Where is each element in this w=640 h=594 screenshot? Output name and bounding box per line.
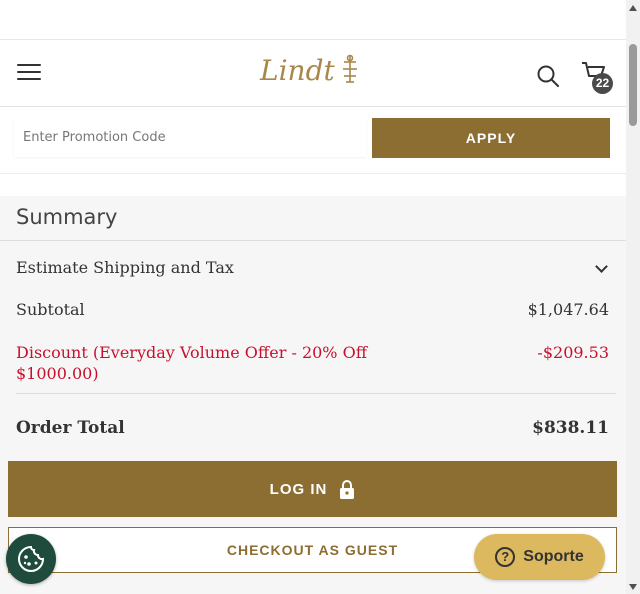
estimate-shipping-label: Estimate Shipping and Tax	[16, 258, 234, 277]
order-total-label: Order Total	[16, 418, 125, 438]
top-strip	[0, 0, 626, 40]
scrollbar-thumb[interactable]	[629, 44, 637, 126]
cart-button[interactable]: 22	[581, 60, 615, 94]
subtotal-row: Subtotal $1,047.64	[16, 300, 609, 319]
summary-divider	[0, 240, 626, 241]
apply-button[interactable]: APPLY	[372, 118, 610, 158]
promo-code-input[interactable]	[14, 117, 366, 157]
order-total-row: Order Total $838.11	[16, 418, 609, 438]
login-label: LOG IN	[269, 480, 328, 498]
lindt-logo[interactable]: Lindt	[258, 52, 370, 92]
promo-section: APPLY	[0, 107, 626, 173]
page-scrollbar[interactable]	[626, 0, 640, 594]
scroll-down-arrow[interactable]	[629, 584, 637, 590]
chevron-down-icon	[595, 260, 608, 273]
site-header: Lindt 22	[0, 40, 626, 107]
section-divider	[0, 173, 626, 195]
question-icon: ?	[495, 547, 516, 567]
search-icon[interactable]	[536, 64, 560, 88]
subtotal-label: Subtotal	[16, 300, 85, 319]
discount-label: Discount (Everyday Volume Offer - 20% Of…	[16, 343, 368, 383]
discount-value: -$209.53	[537, 343, 609, 362]
lock-icon	[340, 480, 355, 499]
menu-icon[interactable]	[17, 64, 41, 84]
scroll-up-arrow[interactable]	[629, 5, 637, 11]
cookie-icon	[18, 545, 45, 572]
discount-row: Discount (Everyday Volume Offer - 20% Of…	[16, 342, 609, 384]
order-total-value: $838.11	[532, 418, 609, 438]
total-divider	[16, 393, 616, 394]
cart-count-badge: 22	[592, 73, 613, 94]
login-button[interactable]: LOG IN	[8, 461, 617, 517]
logo-text: Lindt	[259, 54, 336, 87]
support-button[interactable]: ? Soporte	[474, 534, 605, 580]
checkout-page: Lindt 22 APPLY Summary	[0, 0, 626, 594]
cookie-settings-button[interactable]	[6, 534, 56, 584]
estimate-shipping-toggle[interactable]: Estimate Shipping and Tax	[16, 258, 609, 277]
subtotal-value: $1,047.64	[527, 300, 609, 319]
support-label: Soporte	[523, 548, 584, 565]
summary-title: Summary	[16, 205, 118, 229]
